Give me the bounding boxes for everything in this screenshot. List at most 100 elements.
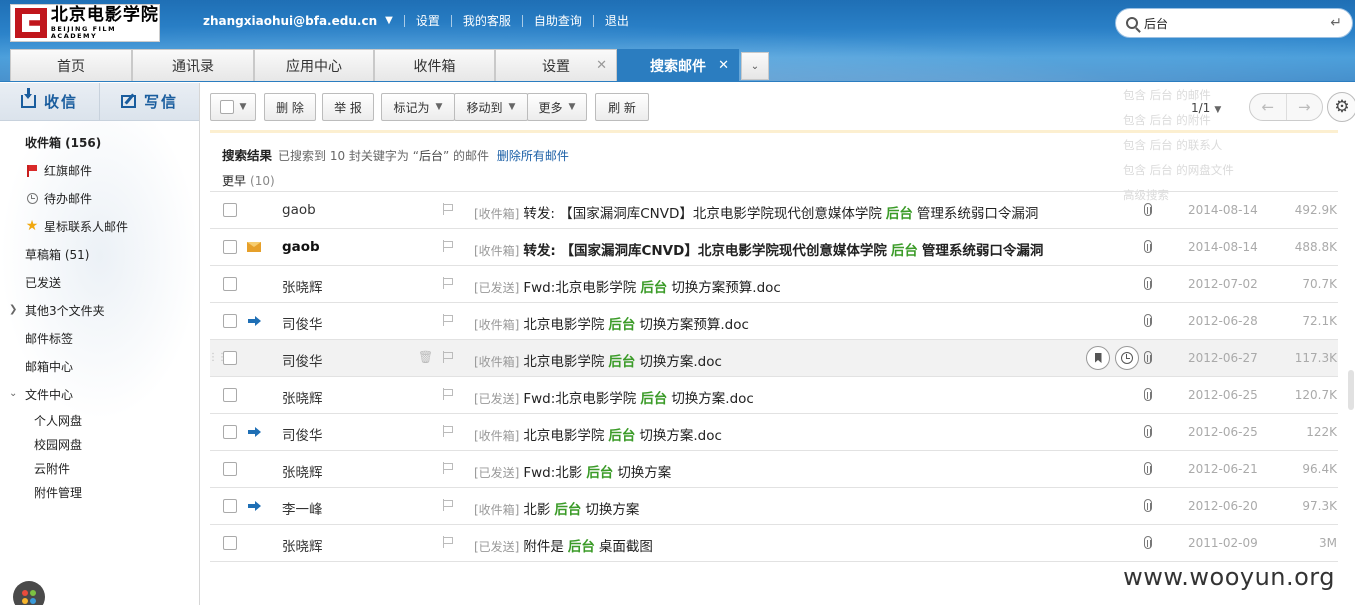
row-checkbox[interactable] — [223, 314, 237, 328]
email-row[interactable]: gaob [收件箱] 转发: 【国家漏洞库CNVD】北京电影学院现代创意媒体学院 后台… — [210, 192, 1338, 229]
bookmark-button[interactable] — [1086, 346, 1110, 370]
settings-link[interactable]: 设置 — [416, 12, 440, 29]
email-row[interactable]: ⋮⋮ 司俊华 🗑 [收件箱] 北京电影学院 后台 切换方案.doc 2012-06-27 117… — [208, 340, 1338, 377]
support-link[interactable]: 我的客服 — [463, 12, 511, 29]
sender[interactable]: 张晓辉 — [282, 535, 323, 555]
mark-as-dropdown[interactable]: 标记为 ▼ — [381, 93, 455, 121]
close-icon[interactable]: ✕ — [596, 58, 607, 73]
email-row[interactable]: gaob [收件箱] 转发: 【国家漏洞库CNVD】北京电影学院现代创意媒体学院 后台… — [210, 229, 1338, 266]
search-input[interactable] — [1144, 16, 1314, 30]
tab-home[interactable]: 首页 — [10, 49, 132, 82]
app-launcher-button[interactable] — [13, 581, 45, 605]
sidebar-item-mail-center[interactable]: 邮箱中心 — [0, 352, 199, 380]
flag-icon[interactable] — [442, 240, 454, 252]
row-checkbox[interactable] — [223, 536, 237, 550]
tab-inbox[interactable]: 收件箱 — [374, 49, 495, 82]
email-row[interactable]: 张晓辉 [已发送] 附件是 后台 桌面截图 2011-02-09 3M — [210, 525, 1338, 562]
sender[interactable]: gaob — [282, 239, 320, 255]
write-button[interactable]: 写信 — [99, 83, 199, 120]
row-checkbox[interactable] — [223, 499, 237, 513]
self-service-link[interactable]: 自助查询 — [534, 12, 582, 29]
subject[interactable]: [收件箱] 转发: 【国家漏洞库CNVD】北京电影学院现代创意媒体学院 后台 管理系统… — [474, 239, 1043, 259]
row-checkbox[interactable] — [223, 351, 237, 365]
sender[interactable]: 司俊华 — [282, 313, 323, 333]
sidebar-item-attachment-manager[interactable]: 附件管理 — [0, 480, 199, 504]
search-icon[interactable] — [1126, 17, 1138, 29]
prev-page-arrow-icon[interactable]: ← — [1250, 94, 1286, 120]
subject[interactable]: [收件箱] 北京电影学院 后台 切换方案预算.doc — [474, 313, 749, 333]
tab-settings[interactable]: 设置 ✕ — [495, 49, 617, 82]
delete-button[interactable]: 删 除 — [264, 93, 316, 121]
row-checkbox[interactable] — [223, 203, 237, 217]
flag-icon[interactable] — [442, 388, 454, 400]
subject[interactable]: [收件箱] 北京电影学院 后台 切换方案.doc — [474, 424, 722, 444]
flag-icon[interactable] — [442, 462, 454, 474]
subject[interactable]: [已发送] 附件是 后台 桌面截图 — [474, 535, 653, 555]
subject[interactable]: [收件箱] 转发: 【国家漏洞库CNVD】北京电影学院现代创意媒体学院 后台 管理系统… — [474, 202, 1038, 222]
sidebar-item-personal-disk[interactable]: 个人网盘 — [0, 408, 199, 432]
delete-all-link[interactable]: 删除所有邮件 — [497, 149, 569, 163]
email-row[interactable]: 司俊华 [收件箱] 北京电影学院 后台 切换方案预算.doc 2012-06-28 72.1… — [210, 303, 1338, 340]
sidebar-item-todo[interactable]: 待办邮件 — [0, 184, 199, 212]
sidebar-item-flagged[interactable]: 红旗邮件 — [0, 156, 199, 184]
remind-button[interactable] — [1115, 346, 1139, 370]
sender[interactable]: 司俊华 — [282, 424, 323, 444]
refresh-button[interactable]: 刷 新 — [595, 93, 649, 121]
row-checkbox[interactable] — [223, 388, 237, 402]
row-checkbox[interactable] — [223, 240, 237, 254]
enter-icon[interactable]: ↵ — [1330, 15, 1342, 31]
search-box[interactable]: ↵ — [1115, 8, 1353, 38]
row-checkbox[interactable] — [223, 462, 237, 476]
flag-icon[interactable] — [442, 351, 454, 363]
sidebar-item-starred[interactable]: ★ 星标联系人邮件 — [0, 212, 199, 240]
close-icon[interactable]: ✕ — [718, 58, 729, 73]
flag-icon[interactable] — [442, 314, 454, 326]
scrollbar-thumb[interactable] — [1348, 370, 1354, 410]
tab-more-button[interactable]: ⌄ — [741, 52, 769, 80]
more-dropdown[interactable]: 更多 ▼ — [527, 93, 587, 121]
sidebar-item-other-folders[interactable]: ❯ 其他3个文件夹 — [0, 296, 199, 324]
next-page-arrow-icon[interactable]: → — [1285, 94, 1323, 120]
sidebar-item-campus-disk[interactable]: 校园网盘 — [0, 432, 199, 456]
subject[interactable]: [已发送] Fwd:北京电影学院 后台 切换方案.doc — [474, 387, 754, 407]
receive-button[interactable]: 收信 — [0, 83, 99, 120]
subject[interactable]: [已发送] Fwd:北影 后台 切换方案 — [474, 461, 671, 481]
chevron-down-icon[interactable]: ▼ — [385, 15, 393, 26]
sidebar-item-tags[interactable]: 邮件标签 — [0, 324, 199, 352]
sender[interactable]: 张晓辉 — [282, 387, 323, 407]
user-account[interactable]: zhangxiaohui@bfa.edu.cn — [203, 14, 377, 28]
row-checkbox[interactable] — [223, 425, 237, 439]
sidebar-item-file-center[interactable]: ⌄ 文件中心 — [0, 380, 199, 408]
select-all-dropdown[interactable]: ▼ — [210, 93, 256, 121]
subject[interactable]: [已发送] Fwd:北京电影学院 后台 切换方案预算.doc — [474, 276, 781, 296]
sender[interactable]: 张晓辉 — [282, 276, 323, 296]
page-indicator[interactable]: 1/1 ▼ — [1191, 101, 1221, 115]
trash-icon[interactable]: 🗑 — [418, 350, 433, 364]
report-button[interactable]: 举 报 — [322, 93, 374, 121]
logo[interactable]: 北京电影学院 BEIJING FILM ACADEMY — [10, 4, 160, 42]
logout-link[interactable]: 退出 — [605, 12, 629, 29]
gear-icon[interactable]: ⚙ — [1327, 92, 1355, 122]
flag-icon[interactable] — [442, 203, 454, 215]
chevron-down-icon[interactable]: ⌄ — [9, 388, 17, 399]
move-to-dropdown[interactable]: 移动到 ▼ — [454, 93, 528, 121]
flag-icon[interactable] — [442, 277, 454, 289]
sidebar-item-drafts[interactable]: 草稿箱 (51) — [0, 240, 199, 268]
subject[interactable]: [收件箱] 北影 后台 切换方案 — [474, 498, 639, 518]
tab-contacts[interactable]: 通讯录 — [132, 49, 254, 82]
sidebar-item-cloud-attachments[interactable]: 云附件 — [0, 456, 199, 480]
scrollbar[interactable] — [1347, 130, 1355, 605]
email-row[interactable]: 张晓辉 [已发送] Fwd:北京电影学院 后台 切换方案.doc 2012-06-25 12… — [210, 377, 1338, 414]
email-row[interactable]: 张晓辉 [已发送] Fwd:北影 后台 切换方案 2012-06-21 96.4K — [210, 451, 1338, 488]
subject[interactable]: [收件箱] 北京电影学院 后台 切换方案.doc — [474, 350, 722, 370]
chevron-right-icon[interactable]: ❯ — [9, 304, 17, 315]
flag-icon[interactable] — [442, 425, 454, 437]
tab-app-center[interactable]: 应用中心 — [254, 49, 374, 82]
email-row[interactable]: 李一峰 [收件箱] 北影 后台 切换方案 2012-06-20 97.3K — [210, 488, 1338, 525]
sender[interactable]: 李一峰 — [282, 498, 323, 518]
flag-icon[interactable] — [442, 536, 454, 548]
tab-search-mail[interactable]: 搜索邮件 ✕ — [617, 49, 739, 82]
sidebar-item-inbox[interactable]: 收件箱 (156) — [0, 128, 199, 156]
email-row[interactable]: 司俊华 [收件箱] 北京电影学院 后台 切换方案.doc 2012-06-25 122K — [210, 414, 1338, 451]
sender[interactable]: 司俊华 — [282, 350, 323, 370]
